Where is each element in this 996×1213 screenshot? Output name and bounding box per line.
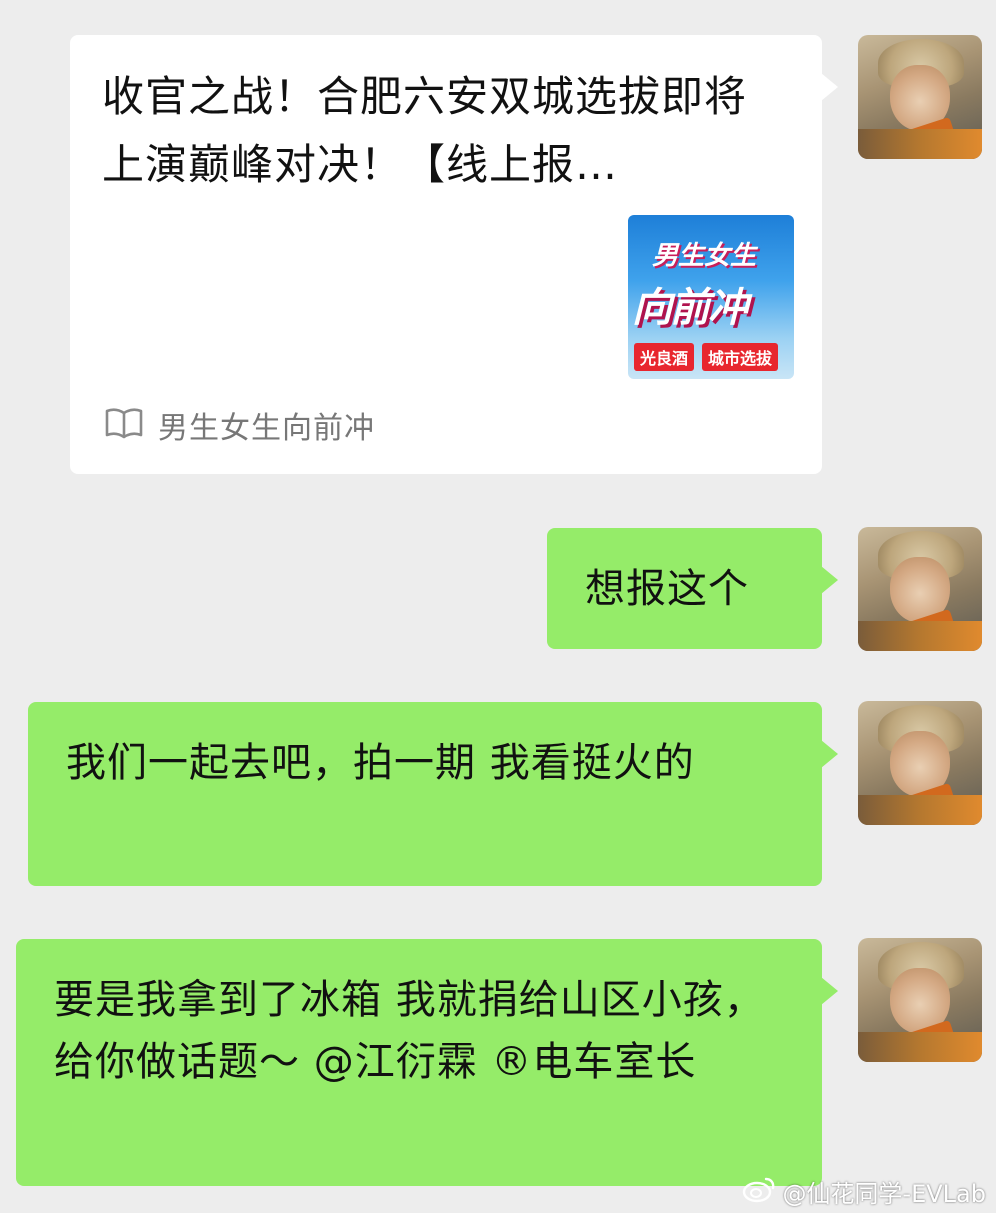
link-card-title: 收官之战！合肥六安双城选拔即将上演巅峰对决！【线上报…	[102, 72, 748, 189]
avatar[interactable]	[858, 35, 982, 159]
message-text: 想报这个	[585, 566, 749, 612]
book-open-icon	[104, 405, 144, 445]
weibo-watermark: @仙花同学-EVLab	[742, 1174, 986, 1209]
link-card-thumbnail: 男生女生 向前冲 光良酒 城市选拔	[628, 215, 794, 379]
weibo-icon	[742, 1175, 776, 1209]
sent-message-bubble[interactable]: 想报这个	[547, 528, 838, 649]
link-card-message[interactable]: 收官之战！合肥六安双城选拔即将上演巅峰对决！【线上报… 男生女生 向前冲 光良酒…	[70, 35, 838, 474]
sent-message-bubble[interactable]: 我们一起去吧，拍一期 我看挺火的	[28, 702, 838, 886]
message-text: 我们一起去吧，拍一期 我看挺火的	[66, 740, 695, 786]
thumbnail-sponsor-tag: 光良酒	[634, 343, 695, 371]
watermark-text: @仙花同学-EVLab	[782, 1180, 986, 1208]
link-card-source-label: 男生女生向前冲	[158, 411, 375, 446]
thumbnail-title-line1: 男生女生	[652, 241, 757, 271]
thumbnail-title-line2: 向前冲	[632, 285, 748, 331]
sent-message-bubble[interactable]: 要是我拿到了冰箱 我就捐给山区小孩， 给你做话题～ @江衍霖 ®电车室长	[16, 939, 838, 1186]
thumbnail-event-tag: 城市选拔	[702, 343, 779, 371]
avatar[interactable]	[858, 938, 982, 1062]
link-card-source: 男生女生向前冲	[104, 405, 375, 446]
message-text: 要是我拿到了冰箱 我就捐给山区小孩， 给你做话题～ @江衍霖 ®电车室长	[54, 977, 765, 1085]
avatar[interactable]	[858, 527, 982, 651]
avatar[interactable]	[858, 701, 982, 825]
